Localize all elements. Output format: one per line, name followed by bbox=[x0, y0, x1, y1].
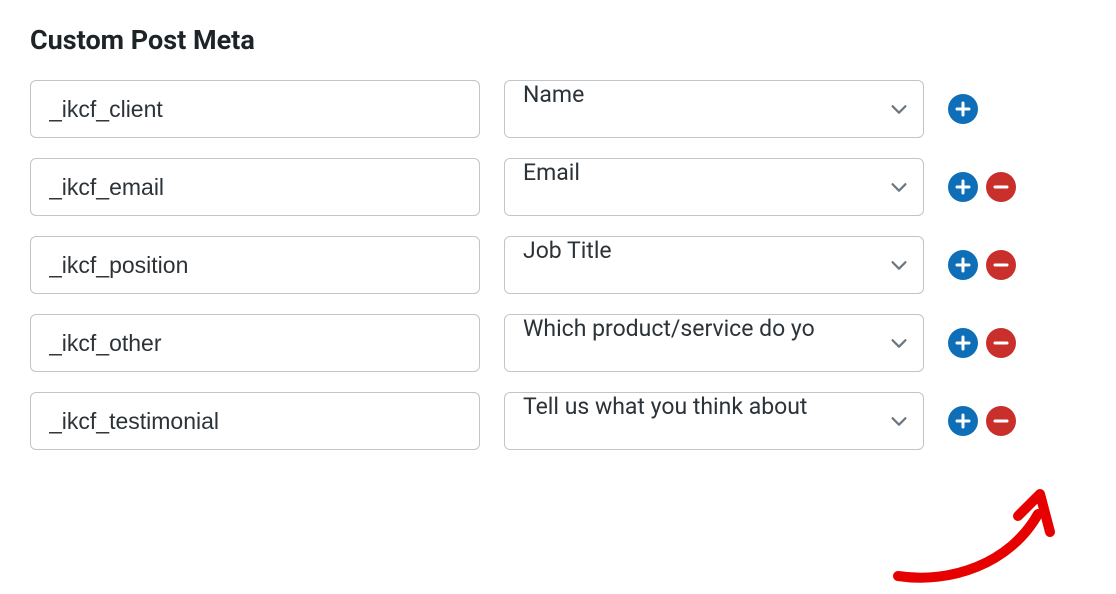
add-row-button[interactable] bbox=[948, 250, 978, 280]
add-row-button[interactable] bbox=[948, 172, 978, 202]
minus-icon bbox=[992, 256, 1010, 274]
meta-key-input[interactable] bbox=[30, 392, 480, 450]
row-actions bbox=[948, 406, 1028, 436]
row-actions bbox=[948, 172, 1028, 202]
meta-field-select-wrap: Name bbox=[504, 80, 924, 138]
meta-field-select[interactable]: Email bbox=[504, 158, 924, 216]
minus-icon bbox=[992, 178, 1010, 196]
remove-row-button[interactable] bbox=[986, 250, 1016, 280]
meta-field-select[interactable]: Which product/service do yo bbox=[504, 314, 924, 372]
meta-row: Which product/service do yo bbox=[30, 314, 1086, 372]
plus-icon bbox=[954, 256, 972, 274]
remove-row-button[interactable] bbox=[986, 172, 1016, 202]
add-row-button[interactable] bbox=[948, 406, 978, 436]
row-actions bbox=[948, 328, 1028, 358]
meta-row: Job Title bbox=[30, 236, 1086, 294]
meta-key-input[interactable] bbox=[30, 158, 480, 216]
meta-row: Tell us what you think about bbox=[30, 392, 1086, 450]
row-actions bbox=[948, 94, 1028, 124]
remove-row-button[interactable] bbox=[986, 406, 1016, 436]
plus-icon bbox=[954, 100, 972, 118]
meta-field-select[interactable]: Tell us what you think about bbox=[504, 392, 924, 450]
meta-field-select-wrap: Tell us what you think about bbox=[504, 392, 924, 450]
meta-key-input[interactable] bbox=[30, 314, 480, 372]
remove-row-button[interactable] bbox=[986, 328, 1016, 358]
minus-icon bbox=[992, 334, 1010, 352]
meta-field-select-wrap: Job Title bbox=[504, 236, 924, 294]
plus-icon bbox=[954, 334, 972, 352]
section-title: Custom Post Meta bbox=[30, 24, 1086, 56]
meta-key-input[interactable] bbox=[30, 80, 480, 138]
add-row-button[interactable] bbox=[948, 94, 978, 124]
add-row-button[interactable] bbox=[948, 328, 978, 358]
arrow-annotation bbox=[880, 474, 1100, 594]
meta-row: Name bbox=[30, 80, 1086, 138]
meta-row: Email bbox=[30, 158, 1086, 216]
meta-field-select-wrap: Email bbox=[504, 158, 924, 216]
plus-icon bbox=[954, 412, 972, 430]
plus-icon bbox=[954, 178, 972, 196]
minus-icon bbox=[992, 412, 1010, 430]
meta-field-select[interactable]: Name bbox=[504, 80, 924, 138]
meta-key-input[interactable] bbox=[30, 236, 480, 294]
row-actions bbox=[948, 250, 1028, 280]
meta-field-select[interactable]: Job Title bbox=[504, 236, 924, 294]
meta-field-select-wrap: Which product/service do yo bbox=[504, 314, 924, 372]
